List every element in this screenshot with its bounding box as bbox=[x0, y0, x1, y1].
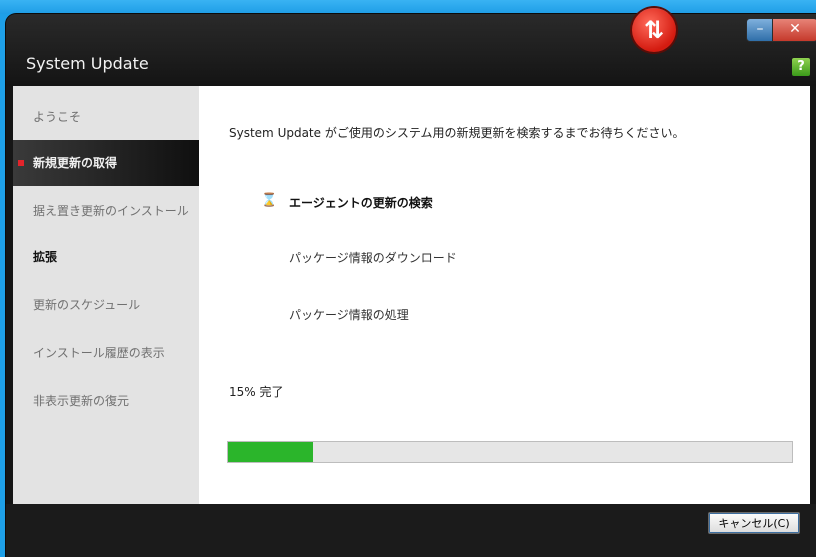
sidebar-item-label: 新規更新の取得 bbox=[33, 156, 118, 170]
help-icon[interactable]: ? bbox=[792, 58, 810, 76]
sidebar-item-label: インストール履歴の表示 bbox=[33, 346, 165, 360]
title-bar: System Update bbox=[6, 14, 816, 86]
progress-percent-text: 15% 完了 bbox=[229, 385, 284, 399]
hourglass-icon: ⌛ bbox=[261, 193, 278, 208]
minimize-button[interactable]: – bbox=[746, 18, 774, 42]
sidebar-section-header-extensions: 拡張 bbox=[13, 234, 199, 280]
window-title: System Update bbox=[26, 54, 149, 73]
step-download-package-info: パッケージ情報のダウンロード bbox=[289, 251, 457, 265]
sidebar-item-label: 非表示更新の復元 bbox=[33, 394, 130, 408]
update-arrows-icon: ⇅ bbox=[632, 8, 676, 52]
sidebar-item-schedule-updates[interactable]: 更新のスケジュール bbox=[13, 282, 199, 328]
desktop-background bbox=[0, 0, 816, 14]
sidebar-item-install-deferred-updates[interactable]: 据え置き更新のインストール bbox=[13, 188, 199, 234]
step-process-package-info: パッケージ情報の処理 bbox=[289, 308, 409, 322]
sidebar-section-label: 拡張 bbox=[33, 250, 58, 264]
sidebar-item-get-new-updates[interactable]: 新規更新の取得 bbox=[13, 140, 199, 186]
cancel-button[interactable]: キャンセル(C) bbox=[708, 512, 800, 534]
sidebar-item-restore-hidden-updates[interactable]: 非表示更新の復元 bbox=[13, 378, 199, 424]
sidebar-item-label: 据え置き更新のインストール bbox=[33, 204, 189, 218]
progress-bar-fill bbox=[228, 442, 313, 462]
progress-bar bbox=[227, 441, 793, 463]
sidebar-item-install-history[interactable]: インストール履歴の表示 bbox=[13, 330, 199, 376]
main-panel: System Update がご使用のシステム用の新規更新を検索するまでお待ちく… bbox=[199, 86, 810, 504]
intro-text: System Update がご使用のシステム用の新規更新を検索するまでお待ちく… bbox=[229, 126, 685, 140]
sidebar-item-label: 更新のスケジュール bbox=[33, 298, 141, 312]
active-indicator-icon bbox=[18, 160, 24, 166]
step-search-agent-updates: エージェントの更新の検索 bbox=[289, 196, 433, 210]
sidebar-item-label: ようこそ bbox=[33, 110, 82, 124]
sidebar-item-welcome[interactable]: ようこそ bbox=[13, 94, 199, 140]
close-button[interactable]: ✕ bbox=[772, 18, 816, 42]
bottom-bar bbox=[6, 504, 816, 557]
sidebar: ようこそ 新規更新の取得 据え置き更新のインストール 拡張 更新のスケジュール … bbox=[13, 86, 199, 504]
